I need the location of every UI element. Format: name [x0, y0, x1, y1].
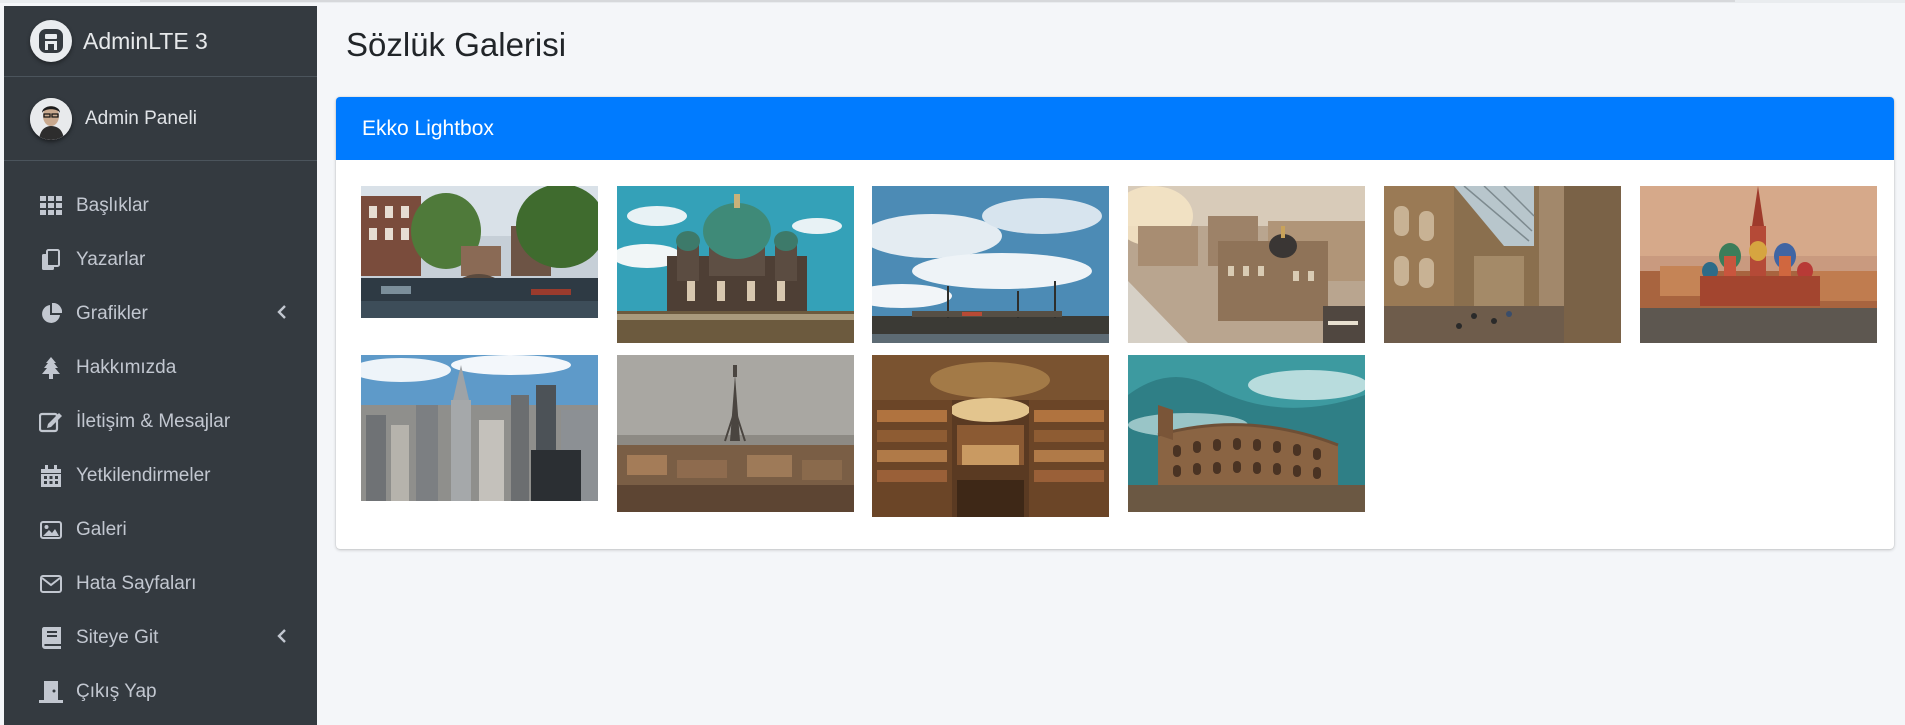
sidebar-item-label: Başlıklar [76, 195, 149, 216]
sidebar-item-iletisim[interactable]: İletişim & Mesajlar [4, 395, 317, 449]
sidebar-item-label: Hata Sayfaları [76, 573, 197, 594]
tree-icon [38, 356, 64, 380]
card-title: Ekko Lightbox [362, 116, 494, 140]
image-icon [38, 518, 64, 542]
content-wrapper: Sözlük Galerisi Ekko Lightbox [317, 0, 1905, 725]
gallery-image-tower-city[interactable] [617, 355, 854, 512]
gallery-image-cathedral-dome[interactable] [617, 186, 854, 343]
gallery-image-colosseum[interactable] [1128, 355, 1365, 512]
user-panel[interactable]: Admin Paneli [4, 77, 317, 161]
gallery-image-library[interactable] [872, 355, 1109, 517]
sidebar-item-label: Siteye Git [76, 627, 159, 648]
book-icon [38, 626, 64, 650]
sidebar-item-label: Galeri [76, 519, 127, 540]
gallery-image-canal-city[interactable] [361, 186, 598, 318]
chevron-left-icon [277, 629, 287, 648]
sidebar-item-galeri[interactable]: Galeri [4, 503, 317, 557]
gallery-image-skyline[interactable] [361, 355, 598, 501]
gallery-image-city-rooftops[interactable] [1128, 186, 1365, 343]
gallery-card: Ekko Lightbox [336, 97, 1894, 549]
sidebar-item-basliklar[interactable]: Başlıklar [4, 179, 317, 233]
sidebar-item-grafikler[interactable]: Grafikler [4, 287, 317, 341]
copy-icon [38, 248, 64, 272]
sidebar-item-label: Yazarlar [76, 249, 146, 270]
sidebar-item-label: Hakkımızda [76, 357, 177, 378]
sidebar-nav: Başlıklar Yazarlar Grafikler Hakkımızda … [4, 161, 317, 719]
sidebar: AdminLTE 3 Admin Paneli Başlıklar Yazarl… [4, 6, 317, 725]
sidebar-item-yetkilendirmeler[interactable]: Yetkilendirmeler [4, 449, 317, 503]
page-title: Sözlük Galerisi [346, 26, 567, 63]
chevron-left-icon [277, 305, 287, 324]
gallery-image-blue-sky-harbor[interactable] [872, 186, 1109, 343]
gallery-image-shopping-gallery[interactable] [1384, 186, 1621, 343]
door-icon [38, 680, 64, 704]
sidebar-item-siteye-git[interactable]: Siteye Git [4, 611, 317, 665]
sidebar-item-hata-sayfalari[interactable]: Hata Sayfaları [4, 557, 317, 611]
user-name: Admin Paneli [85, 107, 197, 129]
sidebar-item-label: Yetkilendirmeler [76, 465, 211, 486]
calendar-icon [38, 464, 64, 488]
sidebar-item-label: İletişim & Mesajlar [76, 411, 231, 432]
gallery-image-colorful-domes[interactable] [1640, 186, 1877, 343]
sidebar-item-yazarlar[interactable]: Yazarlar [4, 233, 317, 287]
pie-chart-icon [38, 302, 64, 326]
brand-text: AdminLTE 3 [83, 27, 208, 54]
card-header: Ekko Lightbox [336, 97, 1894, 160]
brand-link[interactable]: AdminLTE 3 [4, 6, 317, 77]
sidebar-item-cikis-yap[interactable]: Çıkış Yap [4, 665, 317, 719]
sidebar-item-label: Çıkış Yap [76, 681, 157, 702]
envelope-icon [38, 572, 64, 596]
adminlte-logo [30, 20, 72, 62]
sidebar-item-label: Grafikler [76, 303, 148, 324]
edit-icon [38, 410, 64, 434]
sidebar-item-hakkimizda[interactable]: Hakkımızda [4, 341, 317, 395]
user-avatar [30, 97, 72, 140]
th-grid-icon [38, 194, 64, 218]
